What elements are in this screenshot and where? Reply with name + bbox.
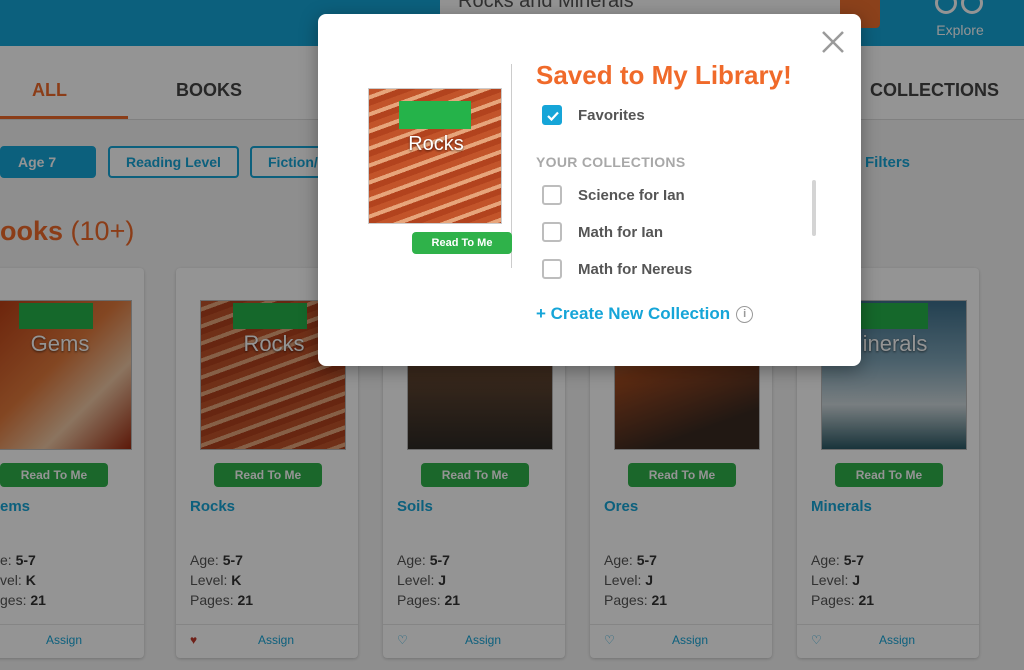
read-to-me-button[interactable]: Read To Me	[412, 232, 512, 254]
modal-book-cover: Rocks	[368, 88, 502, 224]
info-icon[interactable]: i	[736, 305, 754, 323]
collection-label: Math for Nereus	[578, 260, 693, 278]
collection-label: Science for Ian	[578, 186, 685, 204]
checkmark-icon	[547, 111, 559, 122]
collection-checkbox[interactable]	[542, 222, 562, 242]
collection-checkbox[interactable]	[542, 185, 562, 205]
favorites-option[interactable]: Favorites	[542, 104, 645, 126]
save-to-library-modal: Rocks Read To Me Saved to My Library! Fa…	[318, 14, 861, 366]
collection-option[interactable]: Math for Ian	[542, 221, 663, 243]
modal-title: Saved to My Library!	[536, 60, 792, 90]
create-collection-label: + Create New Collection	[536, 304, 731, 323]
collection-option[interactable]: Science for Ian	[542, 184, 685, 206]
collections-heading: YOUR COLLECTIONS	[536, 154, 686, 170]
favorites-checkbox[interactable]	[542, 105, 562, 125]
close-icon	[822, 31, 844, 53]
cover-logo	[399, 101, 471, 129]
collection-label: Math for Ian	[578, 223, 663, 241]
collections-scrollbar[interactable]	[812, 180, 816, 236]
close-button[interactable]	[819, 28, 847, 56]
collection-option[interactable]: Math for Nereus	[542, 258, 692, 280]
create-collection-link[interactable]: + Create New Collection i	[536, 304, 754, 324]
collection-checkbox[interactable]	[542, 259, 562, 279]
modal-cover-title: Rocks	[408, 133, 464, 155]
modal-book-preview: Rocks Read To Me	[358, 64, 512, 268]
favorites-label: Favorites	[578, 106, 645, 124]
